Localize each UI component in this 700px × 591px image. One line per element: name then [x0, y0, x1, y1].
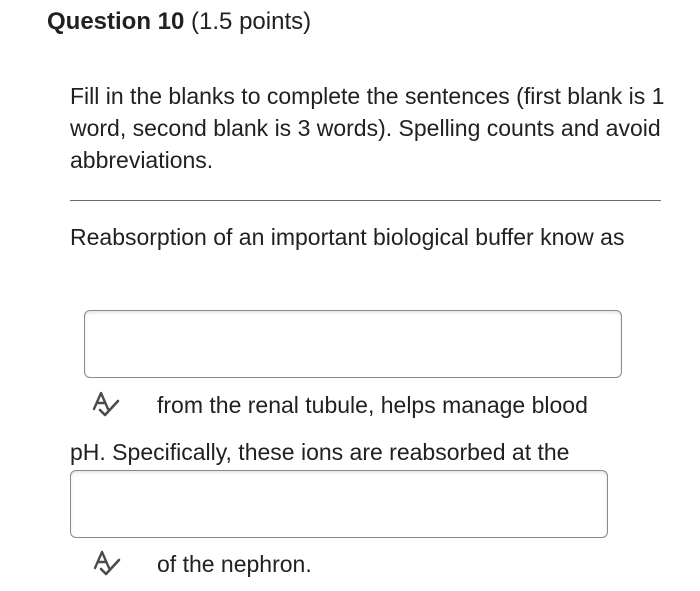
spell-check-icon[interactable] — [91, 390, 121, 418]
blank-2-input[interactable] — [70, 470, 608, 538]
sentence-ending: of the nephron. — [157, 551, 312, 577]
divider — [70, 200, 661, 201]
sentence-prompt: Reabsorption of an important biological … — [70, 224, 625, 250]
question-points: (1.5 points) — [191, 8, 312, 35]
blank-1-input[interactable] — [84, 310, 622, 378]
question-instructions: Fill in the blanks to complete the sente… — [70, 83, 665, 173]
spell-check-icon[interactable] — [92, 549, 122, 577]
question-header: Question 10 (1.5 points) — [47, 6, 311, 38]
question-title: Question 10 — [47, 8, 185, 35]
sentence-continuation-2: pH. Specifically, these ions are reabsor… — [70, 439, 570, 465]
sentence-continuation-1: from the renal tubule, helps manage bloo… — [157, 392, 588, 418]
